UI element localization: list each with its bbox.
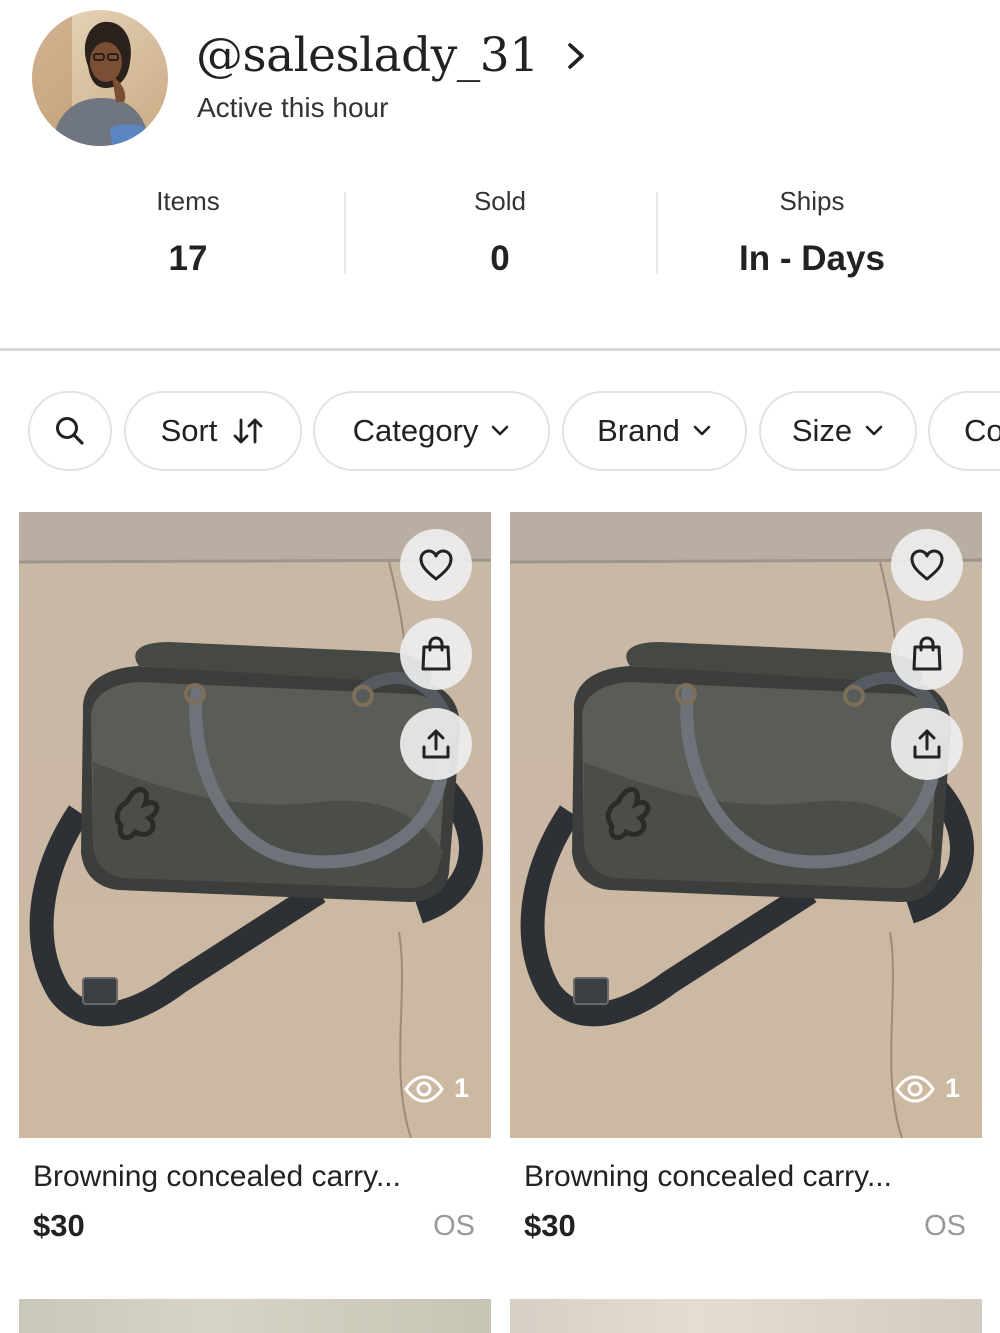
shopping-bag-icon: [912, 636, 942, 671]
filter-bar: Sort Category Brand Size Co: [28, 391, 1000, 473]
stat-value: 17: [168, 239, 208, 278]
listing-photo-partial[interactable]: [19, 1299, 491, 1333]
listing-size: OS: [924, 1209, 966, 1242]
eye-icon: [895, 1074, 935, 1103]
listing-card[interactable]: 1 Browning concealed carry... $30 OS: [510, 512, 982, 1244]
stat-sold: Sold 0: [344, 180, 656, 280]
stat-ships: Ships In - Days: [656, 180, 968, 280]
share-icon: [422, 729, 450, 759]
stat-value: 0: [490, 239, 510, 278]
view-count: 1: [404, 1073, 469, 1104]
view-count: 1: [895, 1073, 960, 1104]
search-button[interactable]: [28, 391, 112, 471]
sort-arrows-icon: [234, 418, 263, 444]
brand-label: Brand: [597, 413, 680, 448]
profile-header: @saleslady_31 Active this hour: [0, 0, 1000, 160]
brand-filter[interactable]: Brand: [562, 391, 747, 471]
chevron-right-icon[interactable]: [565, 39, 589, 73]
category-label: Category: [352, 413, 479, 448]
stat-value: In - Days: [739, 239, 885, 278]
color-label: Co: [964, 413, 1000, 448]
share-button[interactable]: [400, 708, 472, 780]
size-filter[interactable]: Size: [759, 391, 917, 471]
size-label: Size: [791, 413, 853, 448]
listing-image: [510, 512, 982, 1138]
stat-label: Ships: [779, 186, 845, 216]
listing-image: [19, 512, 491, 1138]
price-row: $30 OS: [19, 1208, 491, 1244]
share-button[interactable]: [891, 708, 963, 780]
avatar[interactable]: [32, 10, 168, 146]
like-button[interactable]: [400, 529, 472, 601]
stats-bar: Items 17 Sold 0 Ships In - Days: [32, 180, 968, 280]
section-divider: [0, 348, 1000, 351]
share-icon: [913, 729, 941, 759]
listing-price: $30: [33, 1208, 85, 1243]
add-to-bag-button[interactable]: [400, 618, 472, 690]
stat-label: Sold: [473, 186, 527, 216]
listing-photo[interactable]: 1: [19, 512, 491, 1138]
username-link[interactable]: @saleslady_31: [196, 28, 589, 83]
sort-label: Sort: [160, 413, 218, 448]
activity-status: Active this hour: [197, 92, 389, 123]
listing-title[interactable]: Browning concealed carry...: [33, 1160, 491, 1194]
search-icon: [56, 417, 84, 445]
listing-price: $30: [524, 1208, 576, 1243]
listing-card[interactable]: 1 Browning concealed carry... $30 OS: [19, 512, 491, 1244]
heart-icon: [419, 549, 453, 581]
listing-title[interactable]: Browning concealed carry...: [524, 1160, 982, 1194]
price-row: $30 OS: [510, 1208, 982, 1244]
heart-icon: [910, 549, 944, 581]
stat-items: Items 17: [32, 180, 344, 280]
chevron-down-icon: [693, 425, 711, 436]
stat-label: Items: [156, 186, 220, 216]
listing-photo-partial[interactable]: [510, 1299, 982, 1333]
username[interactable]: @saleslady_31: [196, 28, 539, 83]
category-filter[interactable]: Category: [313, 391, 550, 471]
sort-button[interactable]: Sort: [124, 391, 302, 471]
view-count-value: 1: [944, 1073, 960, 1103]
listing-photo[interactable]: 1: [510, 512, 982, 1138]
color-filter[interactable]: Co: [928, 391, 1000, 471]
like-button[interactable]: [891, 529, 963, 601]
listing-size: OS: [433, 1209, 475, 1242]
add-to-bag-button[interactable]: [891, 618, 963, 690]
shopping-bag-icon: [421, 636, 451, 671]
chevron-down-icon: [492, 425, 509, 436]
eye-icon: [404, 1074, 444, 1103]
view-count-value: 1: [453, 1073, 469, 1103]
chevron-down-icon: [865, 425, 883, 436]
